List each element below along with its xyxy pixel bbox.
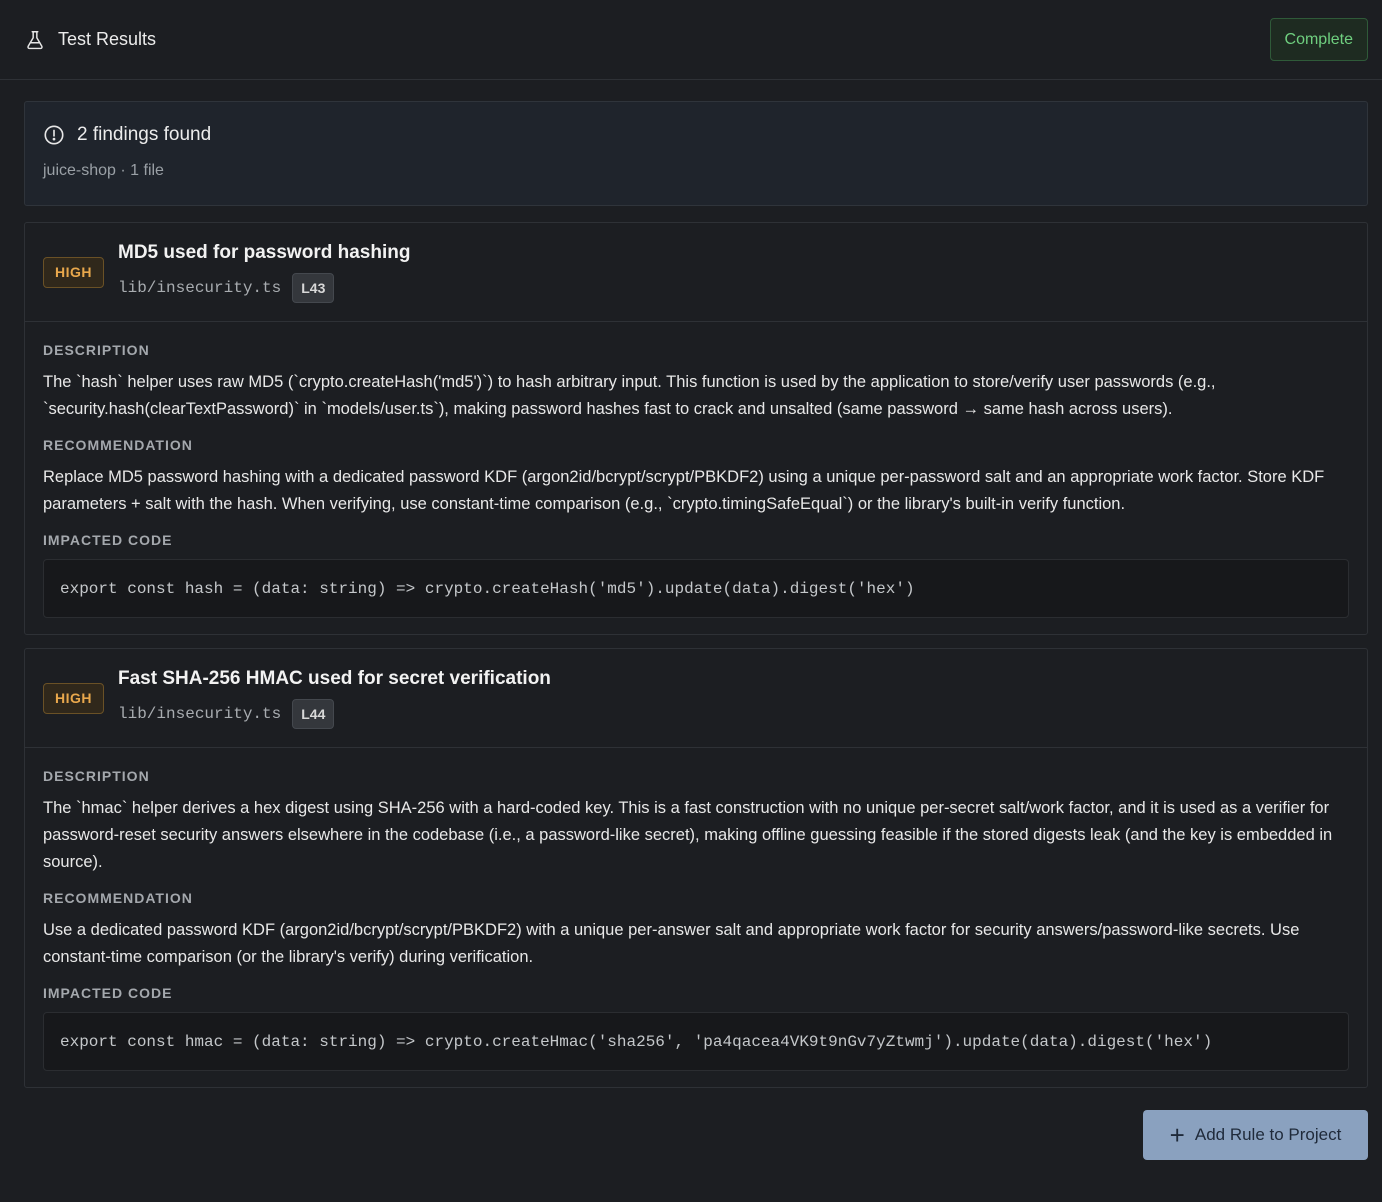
plus-icon: + xyxy=(1169,1120,1185,1150)
severity-badge: HIGH xyxy=(43,256,104,288)
finding-location: lib/insecurity.ts L44 xyxy=(118,698,551,729)
recommendation-text: Replace MD5 password hashing with a dedi… xyxy=(43,468,1325,513)
impacted-code-label: IMPACTED CODE xyxy=(43,985,173,1001)
summary-header: 2 findings found xyxy=(43,124,1349,146)
alert-circle-icon xyxy=(43,124,65,146)
description-text: The `hmac` helper derives a hex digest u… xyxy=(43,799,1333,871)
summary-title: 2 findings found xyxy=(77,124,212,145)
finding-header: HIGH MD5 used for password hashing lib/i… xyxy=(25,223,1367,322)
file-path[interactable]: lib/insecurity.ts xyxy=(118,279,281,297)
summary-subtitle: juice-shop · 1 file xyxy=(43,162,164,179)
finding-title: Fast SHA-256 HMAC used for secret verifi… xyxy=(118,667,551,689)
description-text: The `hash` helper uses raw MD5 (`crypto.… xyxy=(43,373,1216,418)
code-block: export const hash = (data: string) => cr… xyxy=(43,559,1349,618)
recommendation-label: RECOMMENDATION xyxy=(43,437,193,453)
description-label: DESCRIPTION xyxy=(43,342,150,358)
status-badge: Complete xyxy=(1269,18,1368,61)
recommendation-text: Use a dedicated password KDF (argon2id/b… xyxy=(43,921,1300,966)
finding-card: HIGH MD5 used for password hashing lib/i… xyxy=(24,222,1368,635)
page-title: Test Results xyxy=(58,29,157,49)
finding-heading: MD5 used for password hashing lib/insecu… xyxy=(118,242,410,303)
header-left: Test Results xyxy=(24,29,156,51)
finding-title: MD5 used for password hashing xyxy=(118,241,411,263)
add-rule-button[interactable]: + Add Rule to Project xyxy=(1143,1110,1368,1160)
description-label: DESCRIPTION xyxy=(43,768,150,784)
finding-body: DESCRIPTION The `hash` helper uses raw M… xyxy=(25,322,1367,634)
finding-body: DESCRIPTION The `hmac` helper derives a … xyxy=(25,748,1367,1087)
findings-summary: 2 findings found juice-shop · 1 file xyxy=(24,101,1368,206)
main-content: 2 findings found juice-shop · 1 file HIG… xyxy=(0,80,1382,1088)
finding-location: lib/insecurity.ts L43 xyxy=(118,272,410,303)
file-path[interactable]: lib/insecurity.ts xyxy=(118,705,281,723)
finding-heading: Fast SHA-256 HMAC used for secret verifi… xyxy=(118,668,551,729)
recommendation-label: RECOMMENDATION xyxy=(43,890,193,906)
code-block: export const hmac = (data: string) => cr… xyxy=(43,1012,1349,1071)
finding-card: HIGH Fast SHA-256 HMAC used for secret v… xyxy=(24,648,1368,1088)
line-badge[interactable]: L44 xyxy=(292,698,335,729)
severity-badge: HIGH xyxy=(43,682,104,714)
impacted-code-label: IMPACTED CODE xyxy=(43,532,173,548)
line-badge[interactable]: L43 xyxy=(292,272,335,303)
footer-actions: + Add Rule to Project xyxy=(0,1088,1382,1160)
flask-icon xyxy=(24,29,46,51)
top-bar: Test Results Complete xyxy=(0,0,1382,80)
add-rule-label: Add Rule to Project xyxy=(1194,1125,1342,1144)
finding-header: HIGH Fast SHA-256 HMAC used for secret v… xyxy=(25,649,1367,748)
